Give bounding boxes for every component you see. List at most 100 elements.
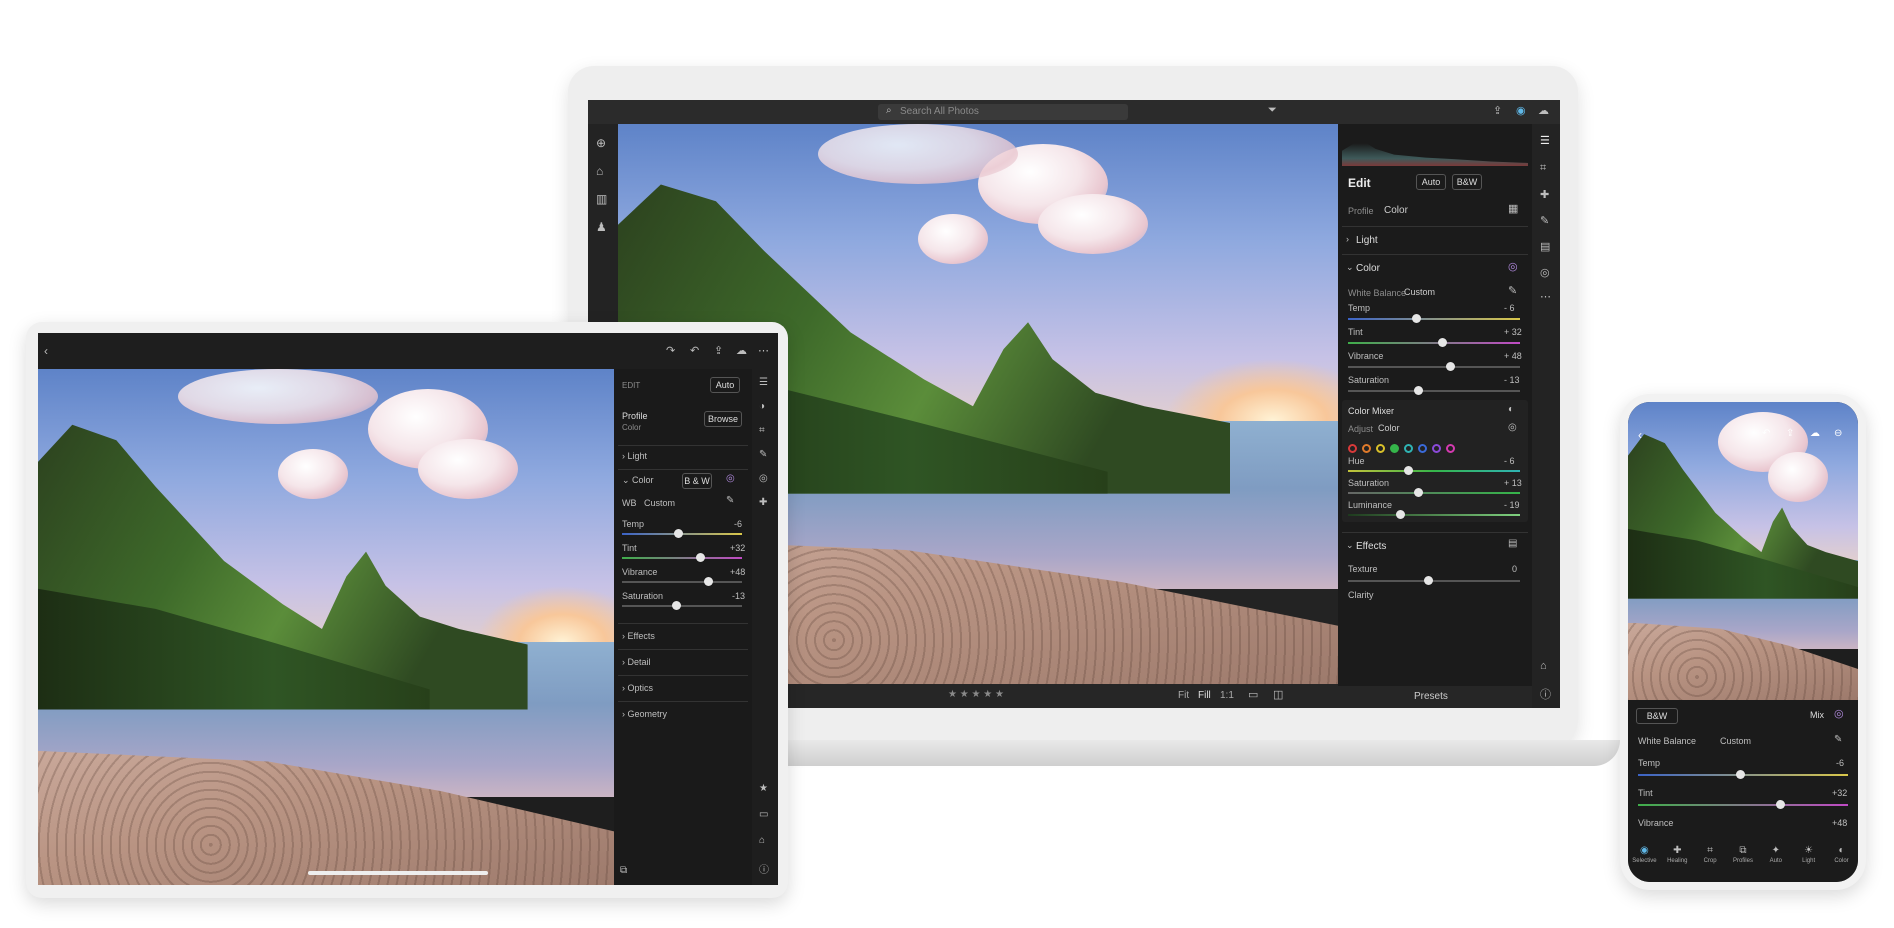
crop-icon[interactable]: ⌗ <box>1540 162 1546 175</box>
presets-bar[interactable]: Presets <box>1338 686 1532 708</box>
texture-knob[interactable] <box>1424 576 1433 585</box>
auto-button[interactable]: Auto <box>710 377 740 393</box>
panel-toggle-icon[interactable]: ◫ <box>1273 688 1283 701</box>
profile-value[interactable]: Color <box>1384 205 1408 216</box>
redo-icon[interactable]: ↷ <box>666 344 675 357</box>
gradient-icon[interactable]: ▤ <box>1540 240 1550 253</box>
healing-icon[interactable]: ✚ <box>759 497 767 508</box>
cloud-icon[interactable]: ☁ <box>736 344 747 357</box>
mix-label[interactable]: Mix <box>1810 710 1824 720</box>
color-swatches[interactable] <box>1348 440 1460 458</box>
effects-icon[interactable]: ▤ <box>1508 538 1517 549</box>
swatch-green[interactable] <box>1390 444 1399 453</box>
toolbar-crop[interactable]: ⌗ Crop <box>1695 840 1725 882</box>
toolbar-healing[interactable]: ✚ Healing <box>1662 840 1692 882</box>
hue-knob[interactable] <box>1404 466 1413 475</box>
light-section[interactable]: › Light <box>622 451 647 461</box>
fill-button[interactable]: Fill <box>1198 690 1211 701</box>
auto-button[interactable]: Auto <box>1416 174 1446 190</box>
white-balance-value[interactable]: Custom <box>1404 287 1435 297</box>
tablet-photo[interactable] <box>38 369 614 885</box>
help-icon[interactable]: ◉ <box>1516 104 1526 117</box>
comment-icon[interactable]: ▭ <box>759 809 768 820</box>
adjust-value[interactable]: Color <box>1378 423 1400 433</box>
swatch-blue[interactable] <box>1418 444 1427 453</box>
bw-button[interactable]: B & W <box>682 473 712 489</box>
browse-button[interactable]: Browse <box>704 411 742 427</box>
brush-icon[interactable]: ✎ <box>759 449 767 460</box>
info-icon[interactable]: ⓘ <box>1540 686 1551 702</box>
toolbar-profiles[interactable]: ⧉ Profiles <box>1728 840 1758 882</box>
wb-value[interactable]: Custom <box>644 498 675 508</box>
eyedropper-icon[interactable]: ✎ <box>726 495 734 506</box>
presets-label[interactable]: Presets <box>1414 691 1448 702</box>
vibrance-slider[interactable] <box>1348 362 1520 371</box>
rating-stars[interactable]: ★ ★ ★ ★ ★ <box>948 689 1004 700</box>
saturation-knob[interactable] <box>672 601 681 610</box>
section-light[interactable]: Light <box>1356 235 1378 246</box>
swatch-magenta[interactable] <box>1446 444 1455 453</box>
temp-slider[interactable] <box>622 529 742 538</box>
add-icon[interactable]: ⊕ <box>596 136 606 150</box>
circle-icon[interactable]: ◑ <box>759 401 765 412</box>
toggle-icon[interactable]: ◐ <box>1508 404 1514 415</box>
phone-photo[interactable]: ‹ ↶ ⇪ ☁ ⊖ <box>1628 402 1858 700</box>
fit-button[interactable]: Fit <box>1178 690 1189 701</box>
edit-sliders-icon[interactable]: ☰ <box>759 377 768 388</box>
info-icon[interactable]: ⓘ <box>759 861 769 876</box>
vibrance-slider[interactable] <box>622 577 742 586</box>
cloud-icon[interactable]: ☁ <box>1810 428 1820 439</box>
more-icon[interactable]: ⋯ <box>758 344 769 357</box>
home-icon[interactable]: ⌂ <box>596 164 603 178</box>
effects-section[interactable]: › Effects <box>622 631 655 641</box>
target-icon[interactable]: ◎ <box>1508 422 1517 433</box>
tag-icon[interactable]: ⌂ <box>759 835 765 846</box>
color-wheel-icon[interactable]: ◎ <box>1834 707 1844 720</box>
brush-icon[interactable]: ✎ <box>1540 214 1549 227</box>
saturation-slider[interactable] <box>1348 386 1520 395</box>
toolbar-color[interactable]: ◐ Color <box>1826 840 1856 882</box>
toolbar-light[interactable]: ☀ Light <box>1794 840 1824 882</box>
saturation-knob[interactable] <box>1414 386 1423 395</box>
eyedropper-icon[interactable]: ✎ <box>1508 284 1517 297</box>
section-effects[interactable]: Effects <box>1356 541 1386 552</box>
hue-slider[interactable] <box>1348 466 1520 475</box>
detail-section[interactable]: › Detail <box>622 657 651 667</box>
healing-icon[interactable]: ✚ <box>1540 188 1549 201</box>
color-wheel-icon[interactable]: ◎ <box>1508 260 1518 273</box>
temp-knob[interactable] <box>1736 770 1745 779</box>
swatch-aqua[interactable] <box>1404 444 1413 453</box>
tint-slider[interactable] <box>1348 338 1520 347</box>
tint-knob[interactable] <box>1438 338 1447 347</box>
swatch-yellow[interactable] <box>1376 444 1385 453</box>
undo-icon[interactable]: ↶ <box>1762 428 1770 439</box>
back-icon[interactable]: ‹ <box>44 344 48 358</box>
temp-slider[interactable] <box>1348 314 1520 323</box>
people-icon[interactable]: ♟ <box>596 220 607 234</box>
share-icon[interactable]: ⇪ <box>1493 104 1502 117</box>
tint-knob[interactable] <box>696 553 705 562</box>
color-section[interactable]: ⌄ Color <box>622 475 654 486</box>
temp-knob[interactable] <box>1412 314 1421 323</box>
tint-knob[interactable] <box>1776 800 1785 809</box>
swatch-orange[interactable] <box>1362 444 1371 453</box>
back-icon[interactable]: ‹ <box>1638 428 1642 442</box>
more-icon[interactable]: ⋯ <box>1540 290 1551 303</box>
vibrance-knob[interactable] <box>704 577 713 586</box>
crop-icon[interactable]: ⌗ <box>759 425 765 436</box>
texture-slider[interactable] <box>1348 576 1520 585</box>
compare-icon[interactable]: ▭ <box>1248 688 1258 701</box>
mixer-saturation-slider[interactable] <box>1348 488 1520 497</box>
library-icon[interactable]: ▥ <box>596 192 607 206</box>
profile-browser-icon[interactable]: ▦ <box>1508 202 1518 215</box>
undo-icon[interactable]: ↶ <box>690 344 699 357</box>
tag-icon[interactable]: ⌂ <box>1540 660 1547 672</box>
bw-button[interactable]: B&W <box>1636 708 1678 724</box>
section-color[interactable]: Color <box>1356 263 1380 274</box>
luminance-knob[interactable] <box>1396 510 1405 519</box>
vibrance-knob[interactable] <box>1446 362 1455 371</box>
mixer-saturation-knob[interactable] <box>1414 488 1423 497</box>
more-icon[interactable]: ⊖ <box>1834 428 1842 439</box>
swatch-red[interactable] <box>1348 444 1357 453</box>
luminance-slider[interactable] <box>1348 510 1520 519</box>
